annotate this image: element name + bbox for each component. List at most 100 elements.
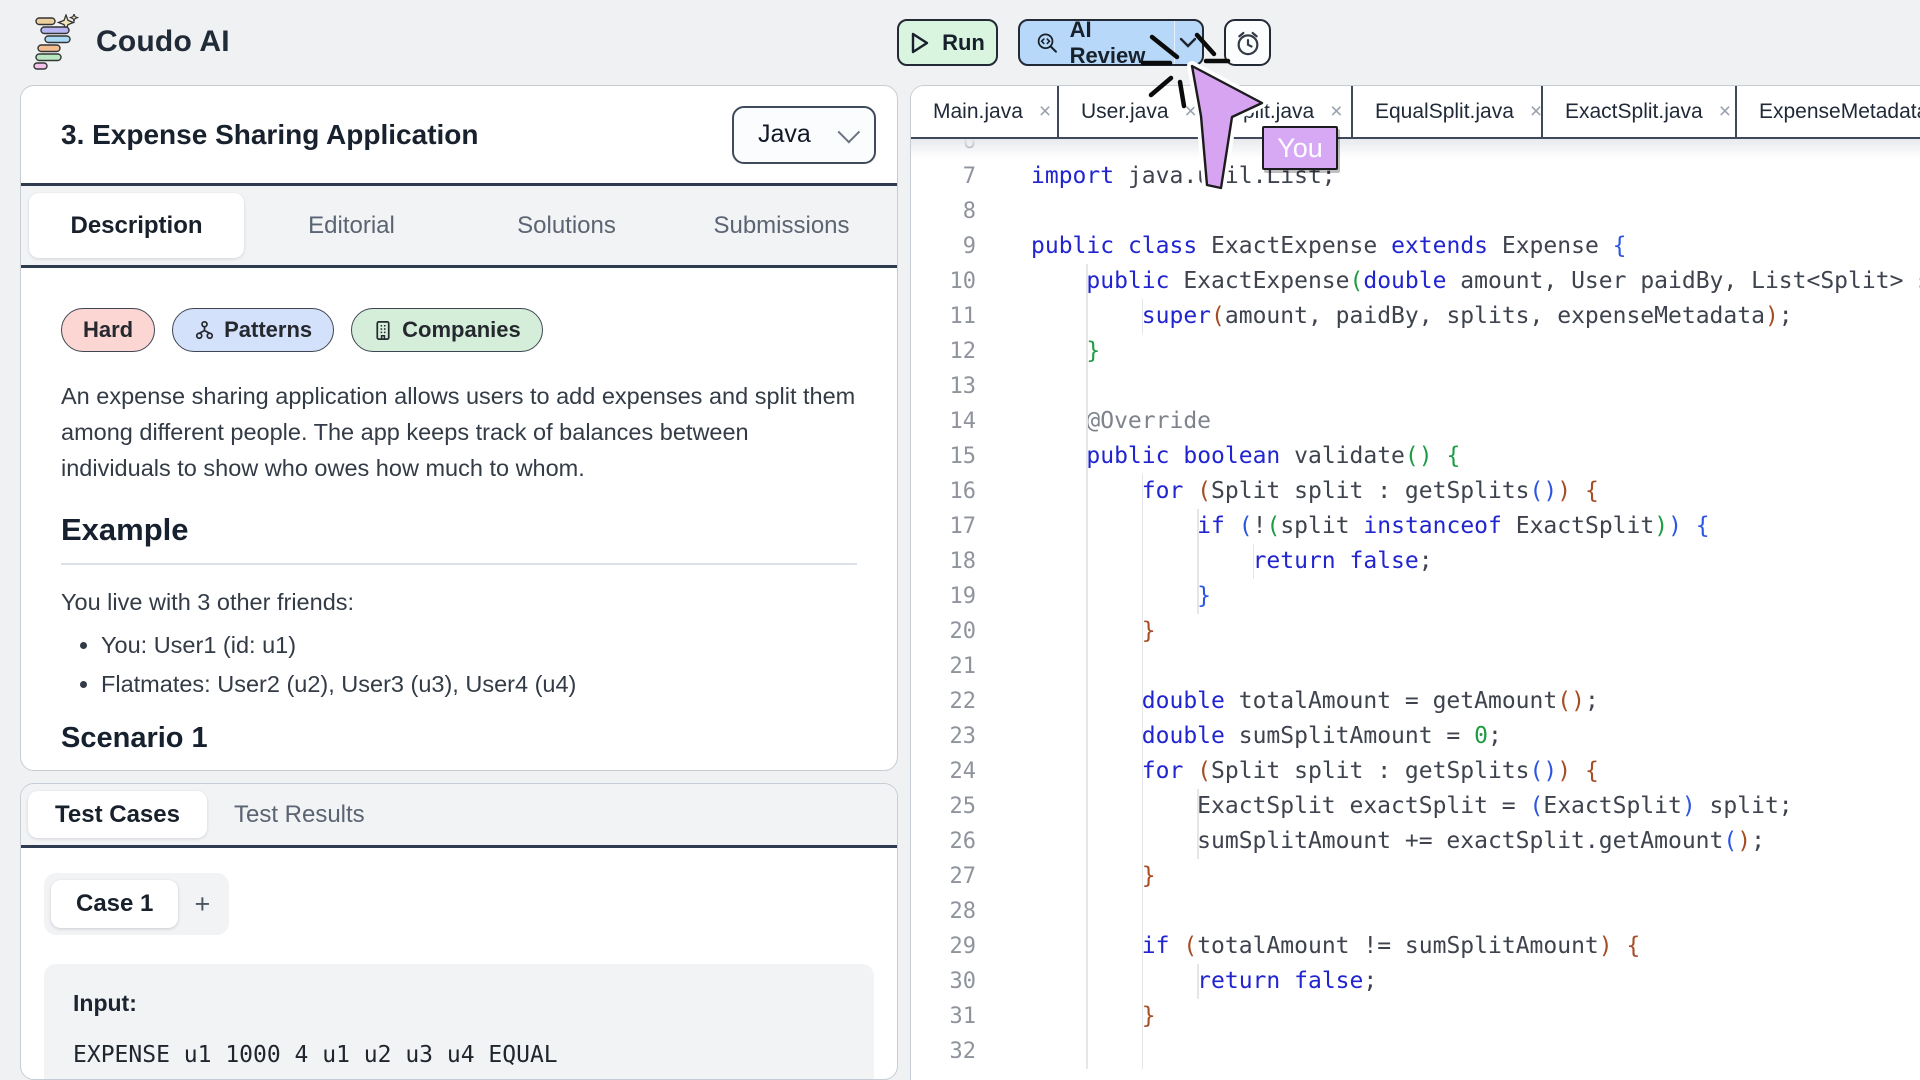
case-1-chip[interactable]: Case 1 bbox=[51, 880, 179, 928]
code-line-11: 11 super(amount, paidBy, splits, expense… bbox=[911, 299, 1920, 334]
code-text: public ExactExpense(double amount, User … bbox=[1086, 268, 1920, 294]
line-number: 27 bbox=[949, 864, 977, 889]
example-list: You: User1 (id: u1) Flatmates: User2 (u2)… bbox=[61, 632, 857, 698]
code-text: } bbox=[1141, 618, 1156, 644]
editor-tab-main-java[interactable]: Main.java × bbox=[911, 86, 1059, 137]
close-tab-icon[interactable]: × bbox=[1530, 101, 1542, 122]
code-text: super(amount, paidBy, splits, expenseMet… bbox=[1141, 303, 1793, 329]
tab-test-cases[interactable]: Test Cases bbox=[28, 791, 207, 838]
code-text: return false; bbox=[1252, 548, 1433, 574]
code-line-9: 9 public class ExactExpense extends Expen… bbox=[911, 229, 1920, 264]
indent-guide bbox=[1086, 404, 1088, 439]
tab-editorial[interactable]: Editorial bbox=[244, 193, 459, 258]
code-line-29: 29 if (totalAmount != sumSplitAmount) { bbox=[911, 929, 1920, 964]
indent-guide bbox=[1086, 999, 1088, 1034]
test-content: Case 1 + Input: EXPENSE u1 1000 4 u1 u2 … bbox=[21, 848, 897, 1079]
companies-icon bbox=[373, 320, 393, 341]
code-text: import java.util.List; bbox=[1031, 163, 1336, 189]
tag-label: Patterns bbox=[224, 317, 313, 342]
test-input-box: Input: EXPENSE u1 1000 4 u1 u2 u3 u4 EQU… bbox=[44, 964, 874, 1079]
add-case-button[interactable]: + bbox=[182, 880, 222, 928]
code-text: double sumSplitAmount = 0; bbox=[1141, 723, 1502, 749]
language-select[interactable]: Java bbox=[732, 105, 876, 164]
code-text: } bbox=[1141, 1003, 1156, 1029]
code-line-26: 26 sumSplitAmount += exactSplit.getAmoun… bbox=[911, 824, 1920, 859]
code-line-17: 17 if (!(split instanceof ExactSplit)) { bbox=[911, 509, 1920, 544]
close-tab-icon[interactable]: × bbox=[1185, 101, 1197, 122]
indent-guide bbox=[1141, 614, 1144, 649]
close-tab-icon[interactable]: × bbox=[1719, 101, 1731, 122]
input-label: Input: bbox=[73, 990, 137, 1016]
problem-title-row: 3. Expense Sharing Application Java bbox=[21, 86, 897, 183]
line-number: 22 bbox=[949, 689, 977, 714]
tag-patterns[interactable]: Patterns bbox=[172, 308, 335, 352]
editor-tab-label: EqualSplit.java bbox=[1375, 99, 1514, 123]
editor-tab-equalsplit-java[interactable]: EqualSplit.java × bbox=[1353, 86, 1543, 137]
app-header: Coudo AI Run AI Review bbox=[0, 0, 1920, 85]
indent-guide bbox=[1086, 369, 1088, 404]
scroll-shade bbox=[911, 139, 1920, 158]
indent-guide bbox=[1141, 649, 1144, 684]
indent-guide bbox=[1141, 579, 1144, 614]
code-text: return false; bbox=[1197, 968, 1378, 994]
indent-guide bbox=[1086, 474, 1088, 509]
code-editor-panel: 67import java.util.List;89public class E… bbox=[910, 85, 1920, 1080]
line-number: 18 bbox=[949, 549, 977, 574]
run-button[interactable]: Run bbox=[897, 19, 998, 66]
code-line-24: 24 for (Split split : getSplits()) { bbox=[911, 754, 1920, 789]
tag-companies[interactable]: Companies bbox=[351, 308, 543, 352]
code-text: if (totalAmount != sumSplitAmount) { bbox=[1141, 933, 1641, 959]
code-text: } bbox=[1197, 583, 1212, 609]
indent-guide bbox=[1086, 264, 1088, 299]
ai-review-label: AI Review bbox=[1069, 16, 1146, 68]
line-number: 12 bbox=[949, 339, 977, 364]
editor-tab-exactsplit-java[interactable]: ExactSplit.java × bbox=[1543, 86, 1737, 137]
indent-guide bbox=[1141, 824, 1144, 859]
editor-tab-split-java[interactable]: Split.java × bbox=[1207, 86, 1353, 137]
indent-guide bbox=[1197, 544, 1199, 579]
code-line-30: 30 return false; bbox=[911, 964, 1920, 999]
code-line-31: 31 } bbox=[911, 999, 1920, 1034]
indent-guide bbox=[1141, 964, 1144, 999]
indent-guide bbox=[1141, 754, 1144, 789]
indent-guide bbox=[1141, 544, 1144, 579]
play-icon bbox=[911, 32, 929, 53]
code-line-21: 21 bbox=[911, 649, 1920, 684]
code-line-28: 28 bbox=[911, 894, 1920, 929]
test-tabs: Test Cases Test Results bbox=[21, 784, 897, 848]
problem-description: An expense sharing application allows us… bbox=[61, 383, 856, 481]
line-number: 7 bbox=[962, 164, 976, 189]
tab-description[interactable]: Description bbox=[29, 193, 244, 258]
indent-guide bbox=[1086, 334, 1088, 369]
indent-guide bbox=[1141, 789, 1144, 824]
input-value[interactable]: EXPENSE u1 1000 4 u1 u2 u3 u4 EQUAL bbox=[73, 1042, 845, 1068]
code-area[interactable]: 67import java.util.List;89public class E… bbox=[911, 124, 1920, 1069]
line-number: 23 bbox=[949, 724, 977, 749]
indent-guide bbox=[1141, 474, 1144, 509]
tab-submissions[interactable]: Submissions bbox=[674, 193, 889, 258]
ai-review-dropdown[interactable] bbox=[1173, 21, 1202, 64]
chevron-down-icon bbox=[1180, 37, 1197, 48]
indent-guide bbox=[1197, 509, 1199, 544]
line-number: 19 bbox=[949, 584, 977, 609]
tab-solutions[interactable]: Solutions bbox=[459, 193, 674, 258]
editor-tab-user-java[interactable]: User.java × bbox=[1059, 86, 1207, 137]
tab-test-results[interactable]: Test Results bbox=[207, 791, 392, 838]
code-line-13: 13 bbox=[911, 369, 1920, 404]
line-number: 20 bbox=[949, 619, 977, 644]
ai-review-button[interactable]: AI Review bbox=[1018, 17, 1204, 68]
line-number: 14 bbox=[949, 409, 977, 434]
ai-review-main[interactable]: AI Review bbox=[1020, 17, 1174, 68]
close-tab-icon[interactable]: × bbox=[1330, 101, 1342, 122]
editor-tab-label: User.java bbox=[1081, 99, 1169, 123]
editor-tab-expensemetadata-java[interactable]: ExpenseMetadata.java× bbox=[1737, 86, 1920, 137]
tag-hard[interactable]: Hard bbox=[61, 308, 156, 352]
timer-button[interactable] bbox=[1224, 19, 1271, 66]
coudo-logo-icon bbox=[33, 14, 80, 70]
example-intro: You live with 3 other friends: bbox=[61, 589, 355, 615]
editor-tab-bar: Main.java × User.java × Split.java × EqualSpli… bbox=[911, 86, 1920, 139]
line-number: 17 bbox=[949, 514, 977, 539]
code-line-22: 22 double totalAmount = getAmount(); bbox=[911, 684, 1920, 719]
close-tab-icon[interactable]: × bbox=[1039, 101, 1051, 122]
